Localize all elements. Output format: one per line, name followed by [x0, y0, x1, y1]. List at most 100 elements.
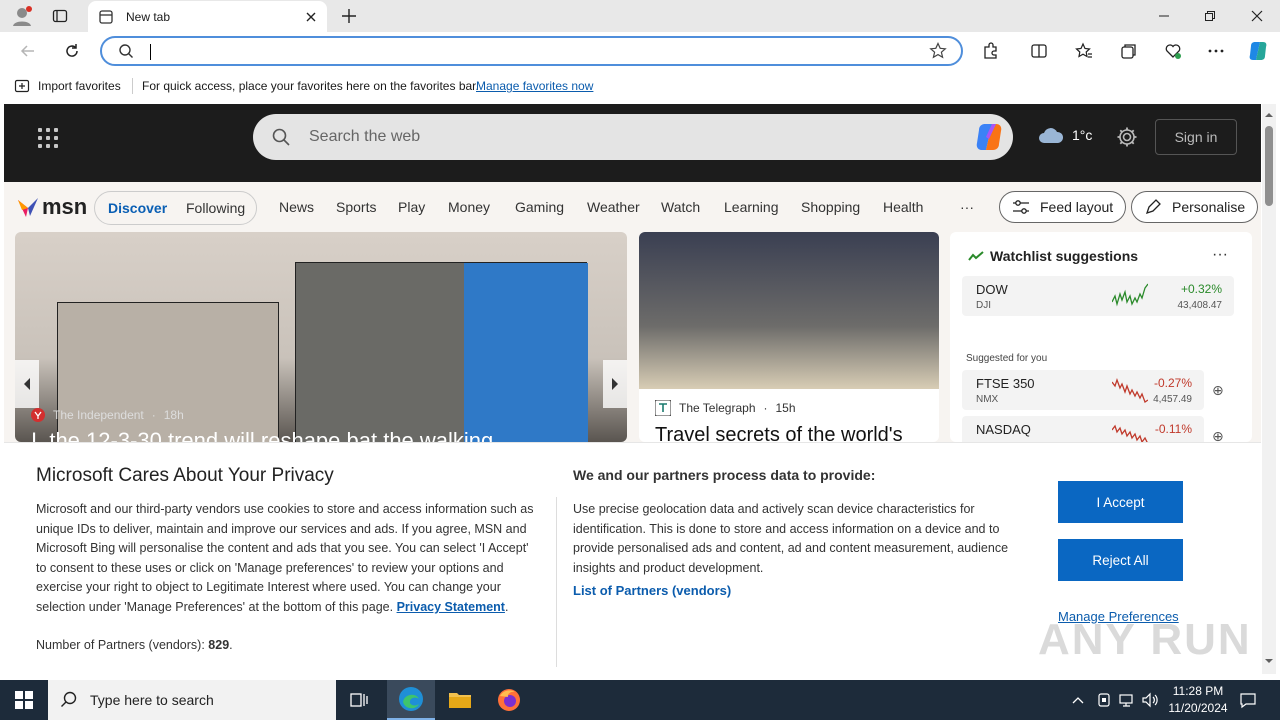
category-shopping[interactable]: Shopping	[801, 199, 860, 215]
cloudy-icon	[1039, 128, 1064, 143]
chevron-up-icon[interactable]	[1071, 690, 1085, 710]
msn-butterfly-icon	[18, 198, 38, 217]
more-dots-icon	[1208, 49, 1224, 53]
category-play[interactable]: Play	[398, 199, 425, 215]
feed-layout-label: Feed layout	[1040, 199, 1114, 215]
category-money[interactable]: Money	[448, 199, 490, 215]
more-categories-button[interactable]: ···	[960, 199, 974, 215]
accept-button[interactable]: I Accept	[1058, 481, 1183, 523]
favorites-button[interactable]	[1069, 38, 1099, 64]
import-favorites-label: Import favorites	[38, 79, 121, 93]
network-icon[interactable]	[1118, 690, 1136, 710]
address-bar[interactable]	[100, 36, 963, 66]
task-view-button[interactable]	[336, 680, 384, 720]
import-favorites-button[interactable]: Import favorites	[14, 78, 121, 94]
refresh-icon	[66, 44, 78, 57]
windows-taskbar: Type here to search 11:28 PM 11/20/2024	[0, 680, 1280, 720]
add-to-watchlist-button[interactable]: ⊕	[1212, 382, 1224, 399]
close-window-button[interactable]	[1234, 0, 1280, 32]
new-tab-button[interactable]	[335, 4, 363, 28]
chevron-right-icon	[612, 378, 618, 390]
taskbar-clock[interactable]: 11:28 PM 11/20/2024	[1160, 683, 1236, 717]
hero-source: The Independent · 18h	[31, 408, 184, 422]
refresh-button[interactable]	[57, 38, 87, 64]
profile-avatar[interactable]	[8, 4, 36, 28]
category-learning[interactable]: Learning	[724, 199, 779, 215]
divider	[132, 78, 133, 94]
news-card[interactable]: The Telegraph · 15h Travel secrets of th…	[639, 232, 939, 442]
web-search-box[interactable]: Search the web	[253, 114, 1013, 160]
clock-time: 11:28 PM	[1172, 684, 1224, 698]
tab-following[interactable]: Following	[186, 200, 245, 216]
scroll-thumb[interactable]	[1265, 126, 1273, 206]
msn-logo-text: msn	[42, 194, 88, 219]
hero-news-card[interactable]: The Independent · 18h I, the 12-3-30 tre…	[15, 232, 627, 442]
taskbar-file-explorer-button[interactable]	[436, 680, 484, 720]
stock-row-dow[interactable]: DOW DJI +0.32% 43,408.47	[962, 276, 1234, 316]
partners-count-line: Number of Partners (vendors): 829.	[36, 638, 233, 652]
start-button[interactable]	[0, 680, 48, 720]
stock-change: -0.27%	[1153, 376, 1192, 390]
restore-icon	[1205, 11, 1215, 21]
taskbar-edge-button[interactable]	[387, 680, 435, 720]
back-button[interactable]	[13, 38, 43, 64]
the-telegraph-logo-icon	[655, 400, 671, 416]
category-gaming[interactable]: Gaming	[515, 199, 564, 215]
reject-all-button[interactable]: Reject All	[1058, 539, 1183, 581]
tab-new-tab[interactable]: New tab	[88, 1, 327, 32]
category-health[interactable]: Health	[883, 199, 923, 215]
feed-layout-button[interactable]: Feed layout	[999, 191, 1127, 223]
partners-count-value: 829	[208, 638, 230, 652]
add-to-watchlist-button[interactable]: ⊕	[1212, 428, 1224, 442]
stock-row-nasdaq[interactable]: NASDAQ -0.11%	[962, 416, 1204, 442]
tab-title: New tab	[126, 9, 171, 24]
back-arrow-icon	[20, 45, 34, 57]
sign-in-button[interactable]: Sign in	[1155, 119, 1237, 155]
favorite-star-icon[interactable]	[929, 42, 947, 60]
copilot-button[interactable]	[1243, 38, 1273, 64]
carousel-next-button[interactable]	[603, 360, 627, 408]
carousel-prev-button[interactable]	[15, 360, 39, 408]
minimize-button[interactable]	[1141, 0, 1187, 32]
browser-essentials-button[interactable]	[1158, 38, 1188, 64]
stock-row-ftse-350[interactable]: FTSE 350 NMX -0.27% 4,457.49	[962, 370, 1204, 410]
settings-and-more-button[interactable]	[1201, 38, 1231, 64]
taskbar-firefox-button[interactable]	[485, 680, 533, 720]
volume-icon[interactable]	[1141, 690, 1159, 710]
scroll-up-arrow-icon[interactable]	[1262, 110, 1276, 120]
watchlist-more-button[interactable]: ···	[1212, 246, 1228, 264]
notifications-icon[interactable]	[1238, 690, 1258, 710]
category-sports[interactable]: Sports	[336, 199, 376, 215]
tab-actions-button[interactable]	[46, 4, 74, 28]
collections-button[interactable]	[1114, 38, 1144, 64]
list-of-partners-link[interactable]: List of Partners (vendors)	[573, 583, 731, 598]
taskbar-search-box[interactable]: Type here to search	[48, 680, 336, 720]
separator-dot: ·	[763, 401, 768, 415]
hero-headline: I, the 12-3-30 trend will reshape bat th…	[31, 428, 494, 442]
category-watch[interactable]: Watch	[661, 199, 700, 215]
taskbar-search-placeholder: Type here to search	[90, 692, 214, 708]
privacy-body: Microsoft and our third-party vendors us…	[36, 500, 541, 618]
restore-button[interactable]	[1187, 0, 1233, 32]
favorites-bar-message: For quick access, place your favorites h…	[142, 79, 479, 93]
scroll-down-arrow-icon[interactable]	[1262, 656, 1276, 666]
discover-following-toggle: Discover Following	[94, 191, 257, 225]
firefox-icon	[498, 689, 520, 711]
manage-favorites-link[interactable]: Manage favorites now	[476, 79, 593, 93]
privacy-statement-link[interactable]: Privacy Statement	[397, 600, 505, 614]
category-weather[interactable]: Weather	[587, 199, 640, 215]
extensions-button[interactable]	[976, 38, 1006, 64]
personalise-button[interactable]: Personalise	[1131, 191, 1259, 223]
copilot-icon[interactable]	[973, 121, 1005, 153]
weather-widget[interactable]: 1°c	[1038, 126, 1092, 144]
device-icon[interactable]	[1096, 690, 1112, 710]
stock-change: +0.32%	[1180, 282, 1222, 296]
app-launcher-icon[interactable]	[38, 128, 58, 148]
close-tab-icon[interactable]	[305, 11, 317, 23]
tab-discover[interactable]: Discover	[108, 200, 167, 216]
msn-logo[interactable]: msn	[16, 194, 87, 220]
split-screen-button[interactable]	[1024, 38, 1054, 64]
page-scrollbar[interactable]	[1262, 104, 1276, 674]
category-news[interactable]: News	[279, 199, 314, 215]
page-settings-button[interactable]	[1116, 126, 1138, 148]
